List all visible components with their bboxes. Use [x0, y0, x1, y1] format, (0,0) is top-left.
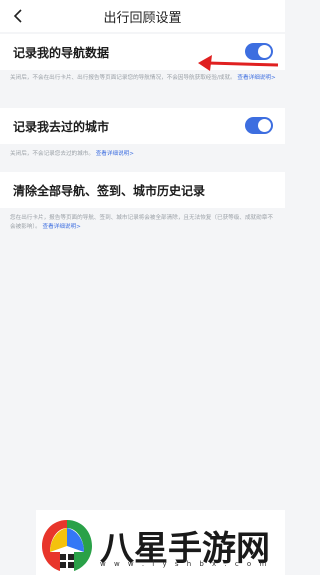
- setting-row-visited-cities: 记录我去过的城市: [0, 108, 285, 144]
- setting-label: 记录我去过的城市: [13, 120, 110, 134]
- header-bar: 出行回顾设置: [0, 0, 285, 32]
- watermark-site: w w w . l y s h b x . c o m: [100, 560, 270, 568]
- details-link[interactable]: 查看详细说明>: [43, 224, 81, 230]
- visited-cities-toggle[interactable]: [245, 117, 273, 134]
- setting-label: 记录我的导航数据: [13, 46, 110, 60]
- description-text: 关闭后，不会记录您去过的城市。: [10, 151, 94, 157]
- setting-description: 关闭后，不会在出行卡片、出行报告等页面记录您的导航情况，不会因导航获取经验/成就…: [10, 74, 276, 83]
- toggle-knob: [258, 119, 271, 132]
- site-logo-icon: [42, 520, 92, 571]
- description-text: 关闭后，不会在出行卡片、出行报告等页面记录您的导航情况，不会因导航获取经验/成就…: [10, 75, 236, 81]
- setting-description: 您在出行卡片，报告等页面的导航、签到、城市记录将会被全部清除，且无法恢复（已获等…: [10, 214, 276, 232]
- details-link[interactable]: 查看详细说明>: [237, 75, 275, 81]
- page-title: 出行回顾设置: [103, 11, 182, 26]
- details-link[interactable]: 查看详细说明>: [96, 151, 134, 157]
- setting-label: 清除全部导航、签到、城市历史记录: [13, 184, 206, 198]
- clear-history-row[interactable]: 清除全部导航、签到、城市历史记录: [0, 172, 285, 208]
- red-arrow-annotation: [198, 55, 279, 71]
- setting-description: 关闭后，不会记录您去过的城市。 查看详细说明>: [10, 150, 276, 159]
